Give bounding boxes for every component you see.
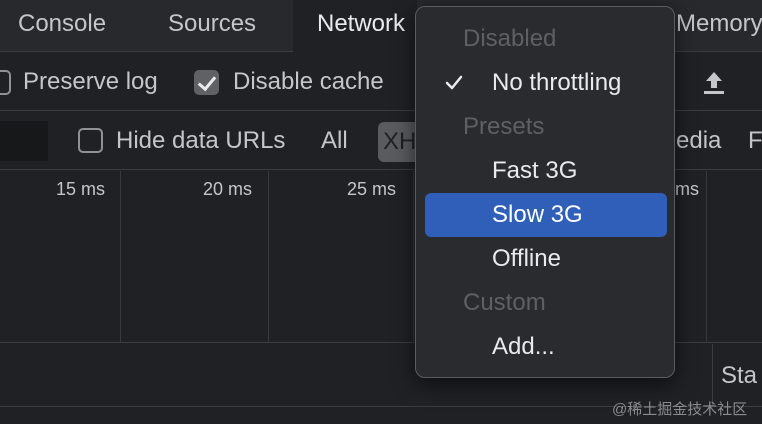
menu-item-label: Offline: [492, 245, 561, 272]
throttling-dropdown-menu: Disabled No throttling Presets Fast 3G S…: [415, 6, 675, 378]
tab-sources[interactable]: Sources: [168, 0, 256, 52]
watermark: @稀土掘金技术社区: [612, 401, 748, 418]
menu-item-label: Fast 3G: [492, 157, 578, 184]
hide-data-urls-label[interactable]: Hide data URLs: [116, 127, 285, 155]
menu-item-fast-3g[interactable]: Fast 3G: [425, 149, 667, 193]
upload-icon[interactable]: [700, 69, 728, 97]
menu-header-label: Custom: [463, 289, 546, 316]
column-divider[interactable]: [712, 344, 713, 406]
menu-header-disabled: Disabled: [425, 17, 667, 61]
column-header-status[interactable]: Sta: [721, 362, 757, 390]
timeline-tick: 25 ms: [347, 179, 397, 199]
menu-header-custom: Custom: [425, 281, 667, 325]
menu-item-offline[interactable]: Offline: [425, 237, 667, 281]
preserve-log-checkbox[interactable]: [0, 70, 11, 95]
menu-item-slow-3g[interactable]: Slow 3G: [425, 193, 667, 237]
menu-item-label: No throttling: [492, 69, 622, 96]
menu-item-no-throttling[interactable]: No throttling: [425, 61, 667, 105]
menu-item-add[interactable]: Add...: [425, 325, 667, 369]
disable-cache-checkbox[interactable]: [194, 70, 219, 95]
timeline-tick: ms: [675, 179, 699, 199]
menu-item-label: Add...: [492, 333, 555, 360]
preserve-log-label[interactable]: Preserve log: [23, 68, 158, 96]
tab-network[interactable]: Network: [293, 0, 417, 52]
timeline-gridline: [706, 171, 707, 343]
menu-item-label: Slow 3G: [492, 201, 583, 228]
tab-console[interactable]: Console: [18, 0, 106, 52]
menu-header-label: Disabled: [463, 25, 557, 52]
timeline-tick: 20 ms: [203, 179, 253, 199]
filter-media[interactable]: edia: [676, 127, 721, 155]
filter-font[interactable]: F: [748, 127, 762, 155]
checkmark-icon: [445, 75, 463, 91]
timeline-gridline: [268, 171, 269, 343]
hide-data-urls-checkbox[interactable]: [78, 128, 103, 153]
filter-input[interactable]: [0, 121, 48, 161]
filter-all[interactable]: All: [321, 127, 348, 155]
devtools-window: Console Sources Network Memory Preserve …: [0, 0, 762, 424]
timeline-tick: 15 ms: [56, 179, 106, 199]
menu-header-presets: Presets: [425, 105, 667, 149]
menu-header-label: Presets: [463, 113, 545, 140]
timeline-gridline: [120, 171, 121, 343]
disable-cache-label[interactable]: Disable cache: [233, 68, 384, 96]
timeline-gridline: [413, 171, 414, 343]
tab-memory[interactable]: Memory: [676, 0, 762, 52]
